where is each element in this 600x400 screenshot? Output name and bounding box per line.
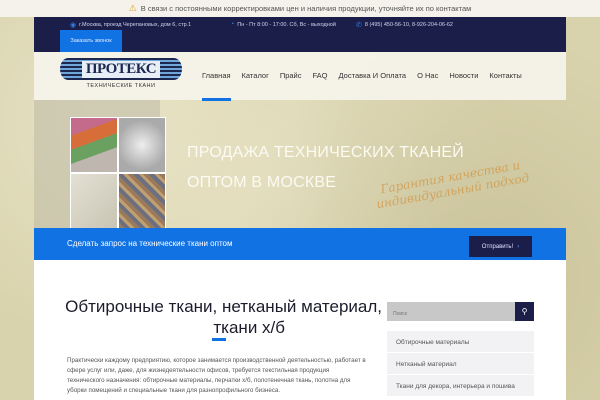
nav-catalog[interactable]: Каталог bbox=[242, 71, 269, 80]
nav-contacts[interactable]: Контакты bbox=[489, 71, 521, 80]
logo-subtitle: ТЕХНИЧЕСКИЕ ТКАНИ bbox=[86, 83, 156, 89]
fabric-photo bbox=[71, 118, 117, 172]
request-text: Сделать запрос на технические ткани опто… bbox=[67, 239, 233, 248]
notice-text: В связи с постоянными корректировками це… bbox=[140, 4, 472, 13]
top-bar: ◉ г.Москва, проезд Черепановых, дом 6, ст… bbox=[34, 17, 566, 52]
phone-icon: ✆ bbox=[356, 22, 362, 29]
clock-icon: ◔ bbox=[230, 21, 235, 28]
address-text: г.Москва, проезд Черепановых, дом 6, стр… bbox=[79, 22, 192, 28]
address: ◉ г.Москва, проезд Черепановых, дом 6, ст… bbox=[70, 21, 191, 29]
intro-text: Практически каждому предприятию, которое… bbox=[67, 357, 366, 394]
title-line-2: ткани х/б bbox=[213, 318, 285, 337]
nav-home[interactable]: Главная bbox=[202, 71, 231, 101]
fabric-photo bbox=[119, 118, 165, 172]
content: Обтирочные ткани, нетканый материал, ткан… bbox=[34, 260, 566, 400]
hours-text: Пн - Пт 8:00 - 17:00. Сб, Вс - выходной bbox=[237, 21, 336, 28]
location-icon: ◉ bbox=[70, 22, 77, 29]
page-title: Обтирочные ткани, нетканый материал, ткан… bbox=[62, 296, 382, 338]
send-button[interactable]: Отправить! › bbox=[469, 236, 532, 257]
category-item[interactable]: Нетканый материал bbox=[387, 353, 534, 375]
send-label: Отправить! bbox=[481, 243, 514, 250]
main-nav: Главная Каталог Прайс FAQ Доставка И Опл… bbox=[202, 71, 522, 101]
request-band: Сделать запрос на технические ткани опто… bbox=[34, 228, 566, 260]
search-icon[interactable]: ⚲ bbox=[515, 302, 534, 321]
title-line-1: Обтирочные ткани, нетканый материал, bbox=[65, 297, 382, 316]
chevron-right-icon: › bbox=[517, 243, 520, 250]
notice-bar: ⚠ В связи с постоянными корректировками … bbox=[0, 0, 600, 17]
order-call-button[interactable]: Заказать звонок bbox=[60, 30, 122, 52]
logo[interactable]: ПРОТЕКС ТЕХНИЧЕСКИЕ ТКАНИ bbox=[60, 58, 182, 94]
hero-line-1: ПРОДАЖА ТЕХНИЧЕСКИХ ТКАНЕЙ bbox=[187, 144, 465, 161]
fabric-photos bbox=[70, 117, 166, 229]
fabric-photo bbox=[71, 174, 117, 228]
hours: ◔ Пн - Пт 8:00 - 17:00. Сб, Вс - выходной bbox=[230, 21, 336, 28]
nav-price[interactable]: Прайс bbox=[280, 71, 302, 80]
fabric-photo bbox=[119, 174, 165, 228]
category-item[interactable]: Ткани для декора, интерьера и пошива bbox=[387, 375, 534, 397]
phone-link[interactable]: 8 (495) 450-56-10, 8-926-204-06-62 bbox=[365, 22, 453, 28]
header: ПРОТЕКС ТЕХНИЧЕСКИЕ ТКАНИ Главная Катало… bbox=[34, 52, 566, 101]
hero-banner: ПРОДАЖА ТЕХНИЧЕСКИХ ТКАНЕЙ ОПТОМ В МОСКВ… bbox=[34, 100, 566, 229]
nav-about[interactable]: О Нас bbox=[417, 71, 438, 80]
phone: ✆ 8 (495) 450-56-10, 8-926-204-06-62 bbox=[356, 21, 453, 29]
title-divider bbox=[212, 338, 226, 341]
nav-faq[interactable]: FAQ bbox=[313, 71, 328, 80]
category-list: Обтирочные материалы Нетканый материал Т… bbox=[387, 331, 534, 397]
nav-news[interactable]: Новости bbox=[449, 71, 478, 80]
search-box: ⚲ bbox=[387, 302, 534, 324]
warning-icon: ⚠ bbox=[128, 3, 137, 13]
logo-mark: ПРОТЕКС bbox=[60, 58, 182, 80]
search-input[interactable] bbox=[387, 304, 507, 324]
category-item[interactable]: Обтирочные материалы bbox=[387, 331, 534, 353]
logo-name: ПРОТЕКС bbox=[81, 60, 161, 78]
nav-delivery[interactable]: Доставка И Оплата bbox=[339, 71, 407, 80]
